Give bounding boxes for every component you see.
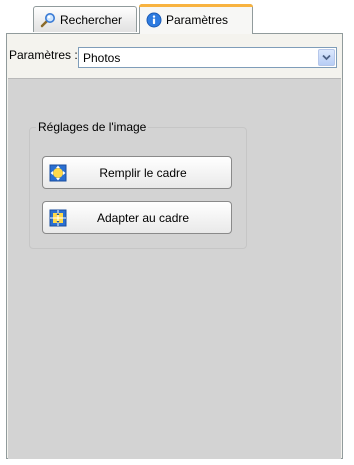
settings-panel: Paramètres : Photos Réglages de l'image — [6, 33, 343, 459]
tab-rechercher[interactable]: Rechercher — [33, 6, 137, 32]
chevron-down-icon[interactable] — [318, 49, 335, 66]
fill-frame-icon — [49, 164, 67, 181]
fill-frame-label: Remplir le cadre — [99, 165, 187, 180]
search-icon — [40, 12, 56, 28]
fit-frame-button[interactable]: Adapter au cadre — [42, 201, 232, 234]
settings-label: Paramètres : — [9, 48, 78, 62]
tab-label: Paramètres — [166, 12, 229, 27]
tab-label: Rechercher — [60, 12, 123, 27]
settings-dropdown-value: Photos — [83, 50, 121, 65]
tab-parametres[interactable]: Paramètres — [139, 4, 253, 34]
info-icon — [146, 12, 162, 28]
settings-row: Paramètres : — [7, 48, 78, 62]
fit-frame-icon — [49, 209, 67, 226]
image-settings-group: Réglages de l'image Remplir le cadre Ada… — [29, 120, 247, 249]
fill-frame-button[interactable]: Remplir le cadre — [42, 156, 232, 189]
fit-frame-label: Adapter au cadre — [96, 210, 190, 225]
group-title: Réglages de l'image — [36, 120, 149, 134]
settings-dropdown[interactable]: Photos — [78, 47, 337, 68]
image-settings-area: Réglages de l'image Remplir le cadre Ada… — [8, 78, 341, 459]
